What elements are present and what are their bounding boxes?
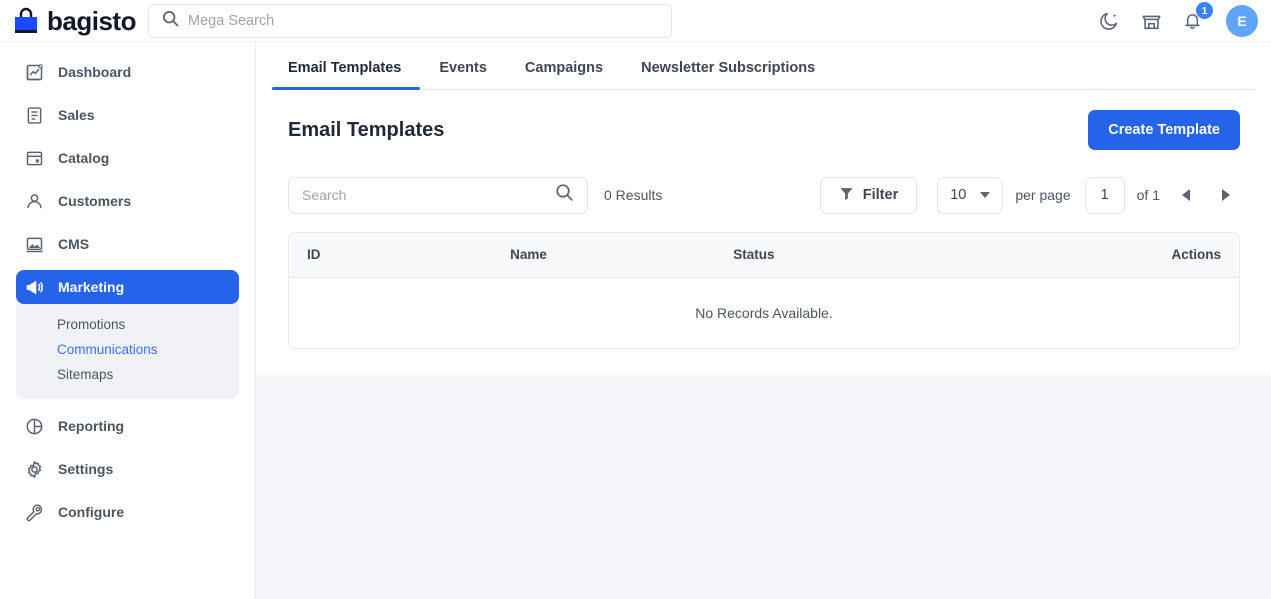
wrench-icon <box>24 502 45 523</box>
column-header-name[interactable]: Name <box>510 233 733 277</box>
total-pages-label: of 1 <box>1137 187 1160 203</box>
triangle-left-icon <box>1182 189 1190 201</box>
notification-bell-icon[interactable]: 1 <box>1182 10 1204 32</box>
funnel-icon <box>839 186 854 205</box>
sidebar-subitem-communications[interactable]: Communications <box>16 337 239 362</box>
sidebar-item-label: Customers <box>58 193 131 209</box>
tab-bar: Email Templates Events Campaigns Newslet… <box>272 42 1256 90</box>
catalog-box-icon <box>24 148 45 169</box>
main-content: Email Templates Events Campaigns Newslet… <box>255 42 1271 599</box>
templates-table: ID Name Status Actions No Records Availa… <box>288 232 1240 349</box>
sidebar-item-label: Dashboard <box>58 64 131 80</box>
card-bottom-spacer <box>272 349 1256 375</box>
megaphone-icon <box>24 277 45 298</box>
mega-search-placeholder: Mega Search <box>188 13 274 29</box>
sidebar-item-label: Reporting <box>58 418 124 434</box>
sidebar-item-cms[interactable]: CMS <box>16 227 239 261</box>
person-icon <box>24 191 45 212</box>
table-empty-row: No Records Available. <box>289 277 1239 348</box>
sidebar-item-configure[interactable]: Configure <box>16 495 239 529</box>
notification-badge: 1 <box>1196 2 1213 19</box>
search-placeholder: Search <box>302 187 346 203</box>
tab-newsletter-subscriptions[interactable]: Newsletter Subscriptions <box>622 60 834 89</box>
chevron-down-icon <box>980 192 990 198</box>
search-icon <box>162 10 179 32</box>
sidebar-item-label: Marketing <box>58 279 124 295</box>
tab-campaigns[interactable]: Campaigns <box>506 60 622 89</box>
dark-mode-icon[interactable] <box>1098 10 1120 32</box>
per-page-select[interactable]: 10 <box>937 177 1003 214</box>
content-card: Email Templates Events Campaigns Newslet… <box>256 42 1271 375</box>
sidebar: Dashboard Sales Catalog <box>0 42 255 599</box>
filter-label: Filter <box>863 187 898 203</box>
pie-chart-icon <box>24 416 45 437</box>
filter-button[interactable]: Filter <box>820 177 917 214</box>
image-frame-icon <box>24 234 45 255</box>
brand-name: bagisto <box>47 8 136 34</box>
results-count: 0 Results <box>604 187 662 203</box>
store-icon[interactable] <box>1140 10 1162 32</box>
triangle-right-icon <box>1222 189 1230 201</box>
document-lines-icon <box>24 105 45 126</box>
sidebar-item-settings[interactable]: Settings <box>16 452 239 486</box>
sidebar-item-marketing[interactable]: Marketing <box>16 270 239 304</box>
mega-search-input[interactable]: Mega Search <box>148 4 672 38</box>
avatar[interactable]: E <box>1226 5 1258 37</box>
column-header-actions: Actions <box>1171 233 1239 277</box>
page-header-row: Email Templates Create Template <box>288 90 1240 164</box>
previous-page-button[interactable] <box>1172 181 1200 209</box>
table-toolbar: Search 0 Results Filter <box>288 176 1240 214</box>
search-input[interactable]: Search <box>288 177 588 214</box>
table-header-row: ID Name Status Actions <box>289 233 1239 277</box>
pagination-controls: Filter 10 per page 1 of 1 <box>820 177 1240 214</box>
column-header-id[interactable]: ID <box>289 233 510 277</box>
page-title: Email Templates <box>288 119 444 142</box>
sidebar-subitem-promotions[interactable]: Promotions <box>16 312 239 337</box>
create-template-button[interactable]: Create Template <box>1088 110 1240 150</box>
sidebar-item-customers[interactable]: Customers <box>16 184 239 218</box>
gear-icon <box>24 459 45 480</box>
tab-events[interactable]: Events <box>420 60 506 89</box>
per-page-label: per page <box>1015 187 1070 203</box>
column-header-status[interactable]: Status <box>733 233 1171 277</box>
chart-trend-icon <box>24 62 45 83</box>
sidebar-subitem-sitemaps[interactable]: Sitemaps <box>16 362 239 387</box>
empty-state-message: No Records Available. <box>289 277 1239 348</box>
page-number-input[interactable]: 1 <box>1085 177 1125 214</box>
header-icon-group: 1 E <box>1098 0 1263 42</box>
search-icon[interactable] <box>555 183 574 207</box>
brand-logo[interactable]: bagisto <box>12 6 134 36</box>
per-page-value: 10 <box>950 187 966 203</box>
sidebar-item-dashboard[interactable]: Dashboard <box>16 55 239 89</box>
sidebar-item-catalog[interactable]: Catalog <box>16 141 239 175</box>
sidebar-item-label: CMS <box>58 236 89 252</box>
next-page-button[interactable] <box>1212 181 1240 209</box>
sidebar-item-label: Configure <box>58 504 124 520</box>
sidebar-submenu-marketing: Promotions Communications Sitemaps <box>16 304 239 399</box>
shopping-bag-icon <box>12 6 40 36</box>
tab-email-templates[interactable]: Email Templates <box>272 60 420 89</box>
sidebar-item-label: Settings <box>58 461 113 477</box>
sidebar-item-label: Catalog <box>58 150 109 166</box>
sidebar-item-sales[interactable]: Sales <box>16 98 239 132</box>
sidebar-item-label: Sales <box>58 107 95 123</box>
top-header: bagisto Mega Search <box>0 0 1271 42</box>
sidebar-item-reporting[interactable]: Reporting <box>16 409 239 443</box>
